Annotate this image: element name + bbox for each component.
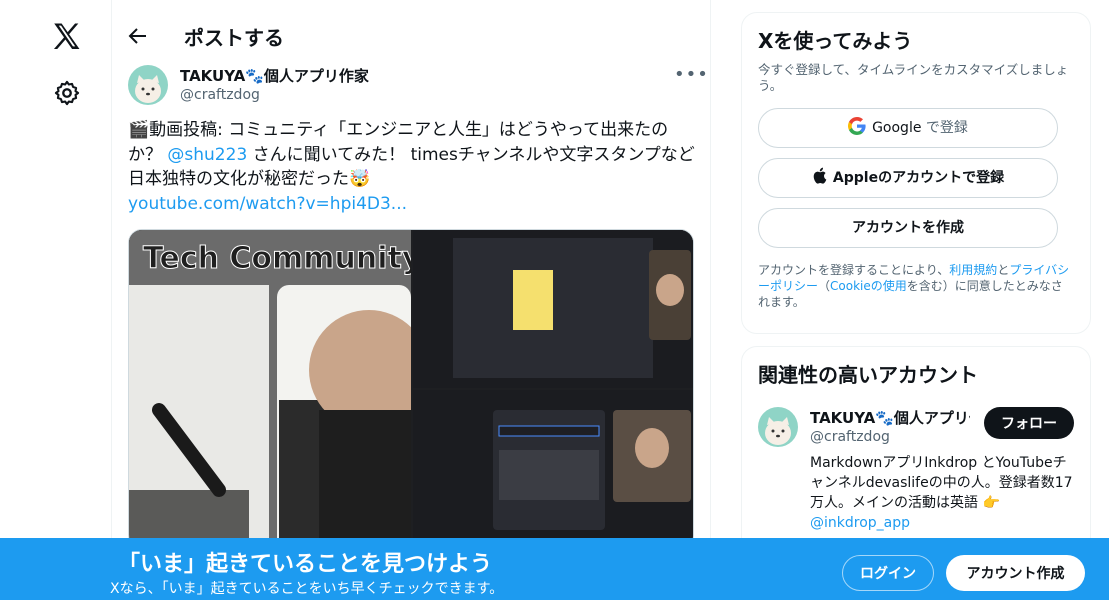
google-g-icon	[848, 117, 866, 135]
signup-title: Xを使ってみよう	[758, 29, 913, 53]
related-avatar[interactable]	[758, 407, 798, 447]
author-avatar[interactable]	[128, 65, 168, 105]
google-signup-button[interactable]: Google で登録	[758, 108, 1058, 148]
login-banner: 「いま」起きていることを見つけよう Xなら、「いま」起きていることをいち早くチェ…	[0, 538, 1109, 600]
apple-signup-button[interactable]: Appleのアカウントで登録	[758, 158, 1058, 198]
google-suffix-label: で登録	[921, 120, 968, 136]
post-url-link[interactable]: youtube.com/watch?v=hpi4D3...	[128, 194, 407, 214]
media-video-thumbnail[interactable]: Tech Community	[129, 230, 429, 548]
create-account-label: アカウントを作成	[852, 220, 964, 236]
post-header: ポストする	[112, 0, 710, 72]
left-nav	[0, 0, 112, 600]
banner-title: 「いま」起きていることを見つけよう	[118, 552, 493, 577]
video-frame-image: Tech Community	[129, 230, 429, 548]
banner-subtitle: Xなら、「いま」起きていることをいち早くチェックできます。	[110, 581, 504, 597]
bio-text: MarkdownアプリInkdrop とYouTubeチャンネルdevaslif…	[810, 455, 1073, 511]
shiba-avatar-icon	[135, 75, 161, 103]
signup-button[interactable]: アカウント作成	[946, 555, 1085, 591]
apple-icon	[813, 167, 827, 184]
mention-link[interactable]: @shu223	[167, 145, 247, 165]
create-account-button[interactable]: アカウントを作成	[758, 208, 1058, 248]
related-account-name[interactable]: TAKUYA🐾個人アプリ作家	[810, 407, 970, 428]
related-account-handle[interactable]: @craftzdog	[810, 429, 890, 445]
author-name[interactable]: TAKUYA🐾個人アプリ作家	[180, 65, 369, 86]
terms-part: アカウントを登録することにより、	[758, 263, 950, 277]
terms-text: アカウントを登録することにより、利用規約とプライバシーポリシー（Cookieの使…	[758, 262, 1074, 310]
related-title: 関連性の高いアカウント	[758, 363, 978, 387]
bio-mention-link[interactable]: @inkdrop_app	[810, 515, 910, 531]
post-media-grid[interactable]: Tech Community	[128, 229, 694, 549]
apple-signup-label: Appleのアカウントで登録	[832, 170, 1005, 186]
media-caption-text: Tech Community	[143, 241, 411, 276]
related-account-bio: MarkdownアプリInkdrop とYouTubeチャンネルdevaslif…	[810, 453, 1080, 533]
more-options-icon[interactable]: •••	[674, 64, 709, 85]
follow-button[interactable]: フォロー	[984, 407, 1074, 439]
main-column: ポストする TAKUYA🐾個人アプリ作家 @craftzdog ••• 🎬動画投…	[112, 0, 711, 600]
media-image-3[interactable]	[413, 390, 693, 548]
back-arrow-icon[interactable]	[126, 24, 150, 48]
settings-gear-icon[interactable]	[53, 79, 81, 107]
author-handle[interactable]: @craftzdog	[180, 87, 260, 103]
media-image-2[interactable]	[413, 230, 693, 388]
post-text: 🎬動画投稿: コミュニティ「エンジニアと人生」はどうやって出来たのか？ @shu…	[128, 118, 698, 216]
google-brand-label: Google	[872, 120, 922, 136]
cookie-policy-link[interactable]: Cookieの使用	[830, 279, 907, 293]
shiba-avatar-icon	[765, 417, 791, 445]
page-title: ポストする	[184, 26, 284, 50]
login-button[interactable]: ログイン	[842, 555, 934, 591]
right-sidebar: Xを使ってみよう 今すぐ登録して、タイムラインをカスタマイズしましょう。 Goo…	[741, 12, 1091, 576]
screen-share-image	[413, 230, 693, 388]
terms-part: と	[997, 263, 1010, 277]
terms-of-service-link[interactable]: 利用規約	[949, 263, 997, 277]
terms-part: （	[818, 279, 831, 293]
signup-subtitle: 今すぐ登録して、タイムラインをカスタマイズしましょう。	[758, 62, 1069, 93]
signup-card: Xを使ってみよう 今すぐ登録して、タイムラインをカスタマイズしましょう。 Goo…	[741, 12, 1091, 334]
x-logo-icon[interactable]	[50, 20, 84, 54]
emoji-picker-image	[413, 390, 693, 548]
